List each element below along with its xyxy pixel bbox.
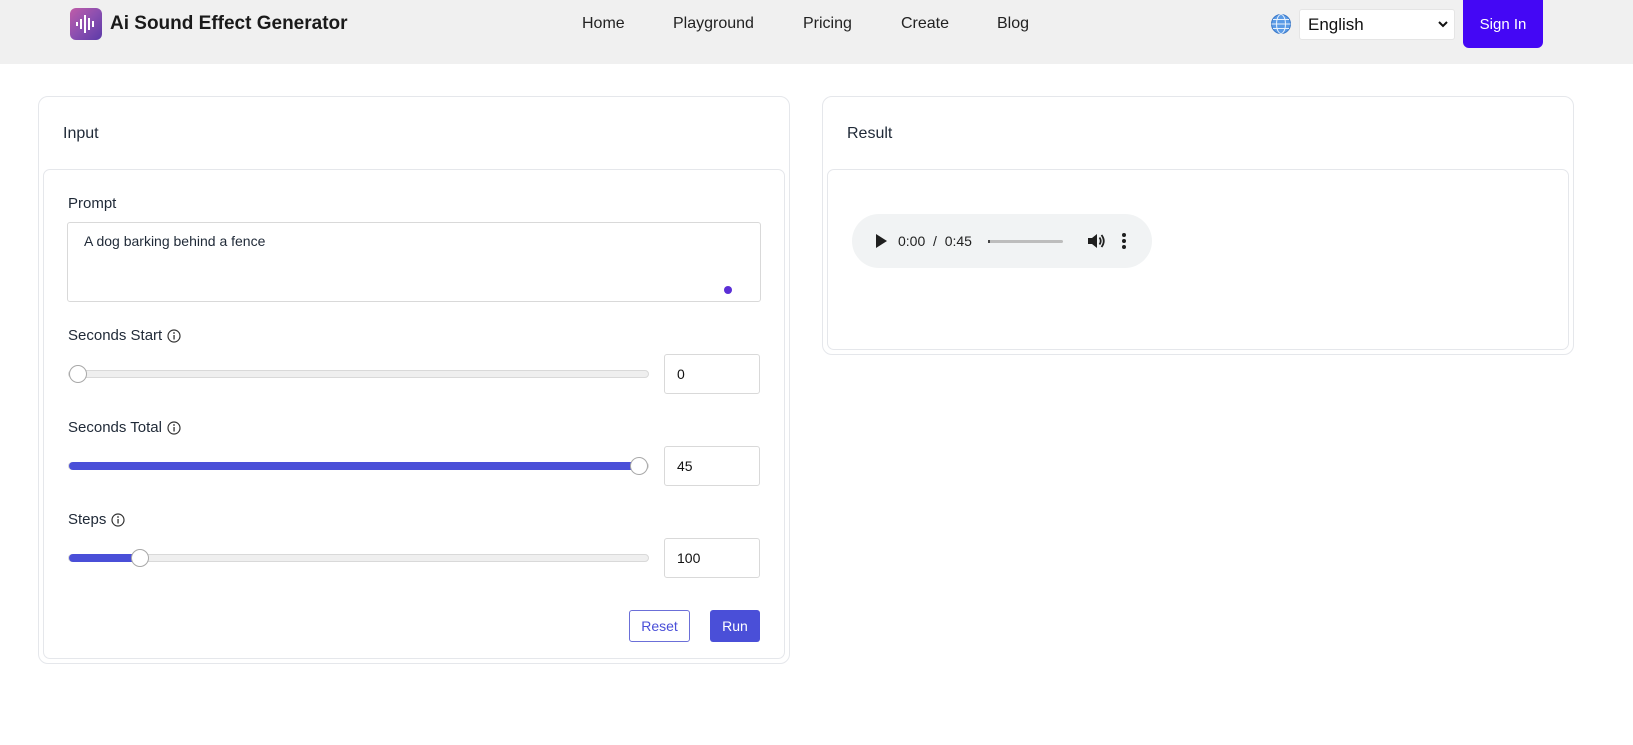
nav-blog[interactable]: Blog [997,14,1029,34]
prompt-label-text: Prompt [68,195,117,212]
brand-name[interactable]: Ai Sound Effect Generator [110,12,348,36]
sound-wave-icon [76,15,94,33]
language-select[interactable]: English [1299,9,1455,40]
top-header: Ai Sound Effect Generator Home Playgroun… [0,0,1633,64]
steps-slider-thumb[interactable] [131,549,149,567]
nav-pricing[interactable]: Pricing [803,14,852,34]
steps-slider[interactable] [68,549,649,567]
result-panel-title: Result [847,125,893,142]
seconds-start-slider[interactable] [68,365,649,383]
nav-playground[interactable]: Playground [673,14,754,34]
seconds-total-label-text: Seconds Total [68,419,162,436]
seconds-start-slider-thumb[interactable] [69,365,87,383]
seconds-total-slider-thumb[interactable] [630,457,648,475]
info-icon[interactable] [111,513,125,527]
globe-icon [1271,14,1291,34]
seconds-start-input[interactable]: 0 [664,354,760,394]
language-select-value: English [1308,15,1364,34]
play-icon[interactable] [874,233,888,249]
steps-input[interactable]: 100 [664,538,760,578]
grammar-extension-dot-icon[interactable] [724,286,732,294]
seconds-start-label-text: Seconds Start [68,327,163,344]
prompt-label: Prompt [68,195,116,213]
app-logo-icon[interactable] [70,8,102,40]
chevron-down-icon [1438,21,1448,28]
audio-time-separator: / [929,233,941,249]
prompt-textarea[interactable]: A dog barking behind a fence [67,222,761,302]
seconds-total-label: Seconds Total [68,419,181,437]
audio-duration: 0:45 [944,233,972,249]
info-icon[interactable] [167,421,181,435]
audio-progress-played [988,240,990,243]
input-panel-title: Input [63,125,99,142]
sign-in-button[interactable]: Sign In [1463,0,1543,48]
nav-create[interactable]: Create [901,14,949,34]
audio-current-time: 0:00 [898,233,926,249]
volume-icon[interactable] [1086,231,1106,251]
run-button[interactable]: Run [710,610,760,642]
steps-slider-fill [69,554,140,562]
audio-time: 0:00 / 0:45 [898,231,972,251]
seconds-total-slider-fill [69,462,639,470]
reset-button[interactable]: Reset [629,610,690,642]
seconds-total-input[interactable]: 45 [664,446,760,486]
seconds-start-label: Seconds Start [68,327,181,345]
steps-label: Steps [68,511,125,529]
nav-home[interactable]: Home [582,14,625,34]
steps-label-text: Steps [68,511,107,528]
audio-player[interactable]: 0:00 / 0:45 [852,214,1152,268]
audio-progress-bar[interactable] [988,240,1063,243]
more-options-icon[interactable] [1120,231,1128,251]
seconds-total-slider[interactable] [68,457,649,475]
info-icon[interactable] [167,329,181,343]
